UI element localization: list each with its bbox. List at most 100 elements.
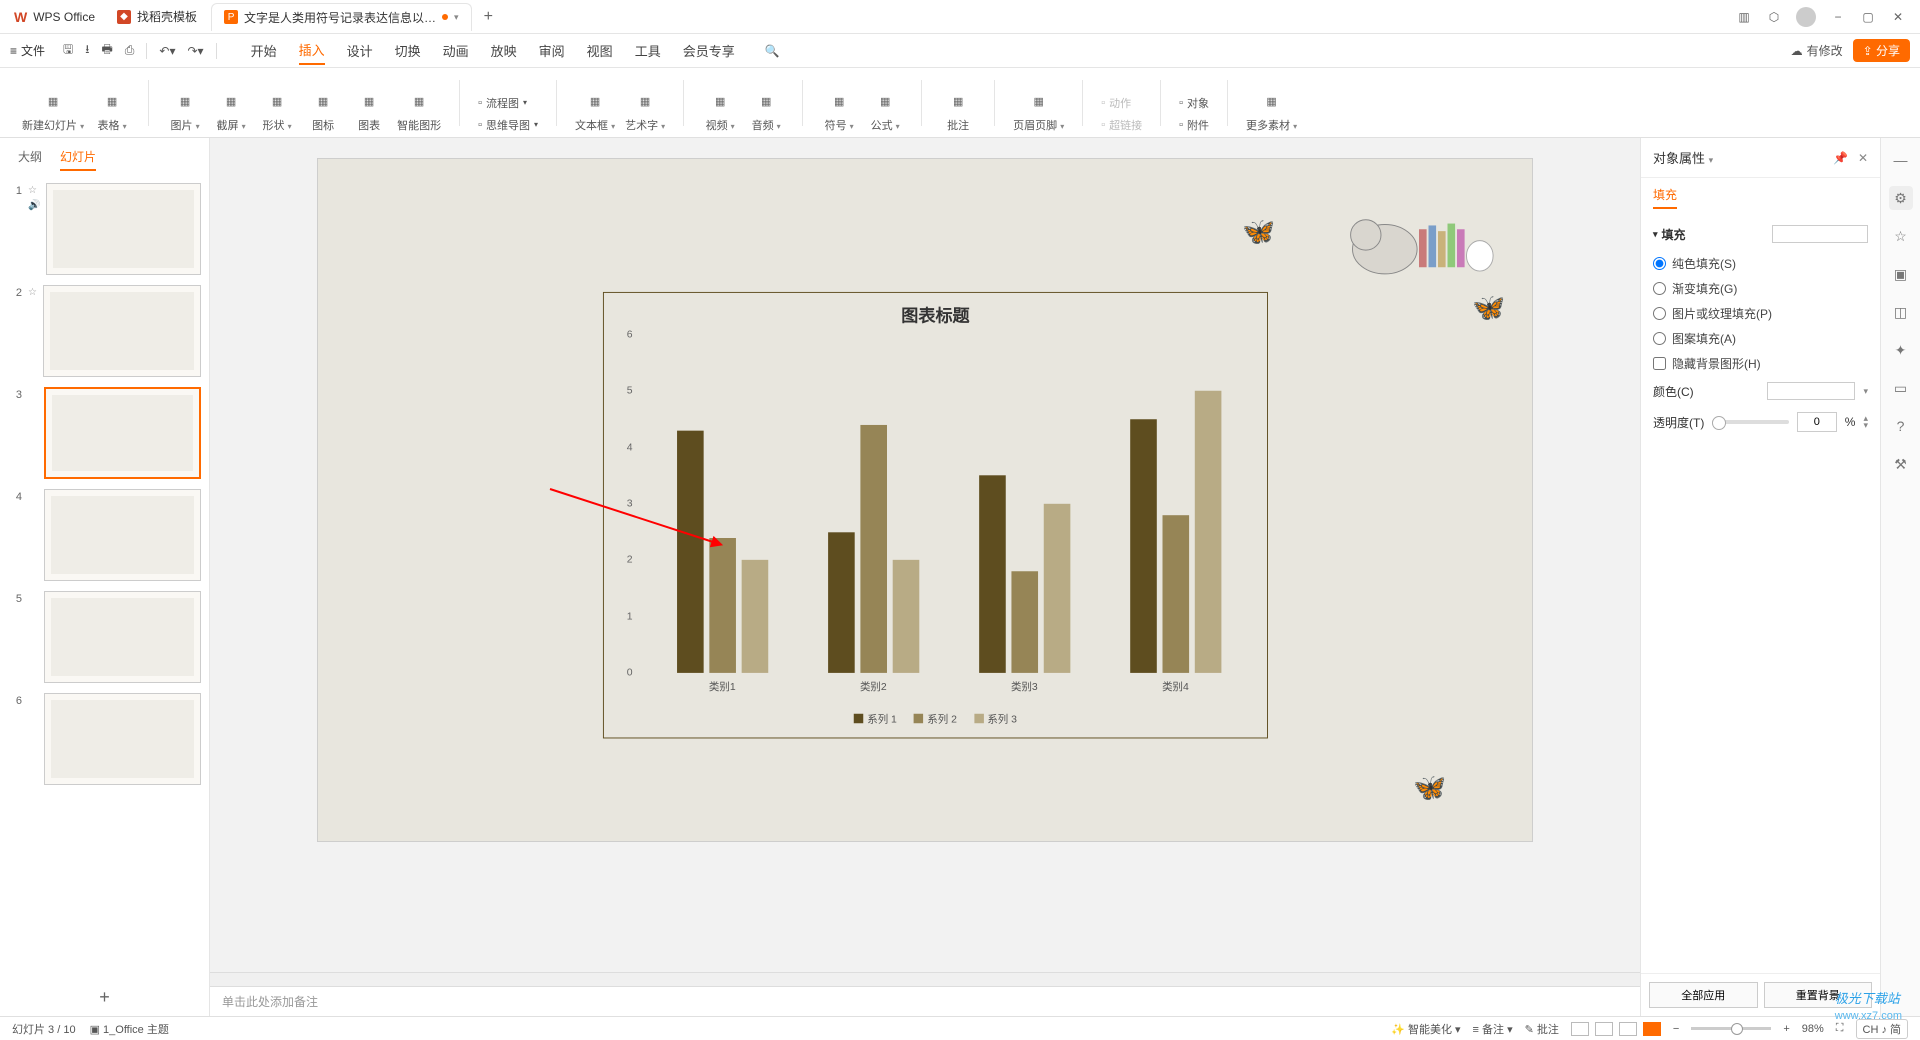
avatar[interactable]: [1796, 7, 1816, 27]
fill-option-3[interactable]: 图案填充(A): [1653, 326, 1868, 351]
share-button[interactable]: ⇪ 分享: [1853, 39, 1910, 62]
zoom-out[interactable]: −: [1673, 1023, 1679, 1035]
apply-all-button[interactable]: 全部应用: [1649, 982, 1758, 1008]
redo-icon[interactable]: ↷▾: [187, 44, 203, 58]
cube-icon[interactable]: ⬡: [1766, 9, 1782, 25]
slide-canvas[interactable]: 🦋 🦋 🦋 图表标题: [317, 158, 1533, 842]
fill-option-2[interactable]: 图片或纹理填充(P): [1653, 301, 1868, 326]
zoom-level[interactable]: 98%: [1802, 1023, 1824, 1035]
slide-thumb-4[interactable]: [44, 489, 201, 581]
ribbon-流程图[interactable]: ▫流程图▾: [478, 95, 538, 111]
view-sorter[interactable]: [1595, 1022, 1613, 1036]
minimize-button[interactable]: −: [1830, 9, 1846, 25]
ribbon-批注[interactable]: ▦批注: [940, 91, 976, 133]
fill-preset-dropdown[interactable]: [1772, 225, 1868, 243]
tab-templates[interactable]: ◆ 找稻壳模板: [105, 3, 209, 31]
ribbon-对象[interactable]: ▫对象: [1179, 95, 1209, 111]
collapse-icon[interactable]: —: [1889, 148, 1913, 172]
ribbon-艺术字[interactable]: ▦艺术字 ▾: [625, 91, 665, 133]
ribbon-截屏[interactable]: ▦截屏 ▾: [213, 91, 249, 133]
view-reading[interactable]: [1619, 1022, 1637, 1036]
add-slide-button[interactable]: +: [0, 979, 209, 1016]
menu-放映[interactable]: 放映: [491, 37, 517, 64]
tools-icon[interactable]: ⚒: [1889, 452, 1913, 476]
ribbon-智能图形[interactable]: ▦智能图形: [397, 91, 441, 133]
search-icon[interactable]: 🔍: [765, 44, 780, 58]
chart-object[interactable]: 图表标题 0123456类别1类别2类别3类别4 系列 1系列 2系列 3: [603, 292, 1268, 739]
menu-视图[interactable]: 视图: [587, 37, 613, 64]
ribbon-更多素材[interactable]: ▦更多素材 ▾: [1246, 91, 1297, 133]
beautify-button[interactable]: ✨ 智能美化 ▾: [1391, 1021, 1460, 1037]
fill-option-0[interactable]: 纯色填充(S): [1653, 251, 1868, 276]
close-button[interactable]: ✕: [1890, 9, 1906, 25]
menu-开始[interactable]: 开始: [251, 37, 277, 64]
spinner-down[interactable]: ▾: [1863, 422, 1868, 429]
ribbon-音频[interactable]: ▦音频 ▾: [748, 91, 784, 133]
slide-thumb-3[interactable]: [44, 387, 201, 479]
view-normal[interactable]: [1571, 1022, 1589, 1036]
settings-icon[interactable]: ⚙: [1889, 186, 1913, 210]
transparency-input[interactable]: [1797, 412, 1837, 432]
file-menu[interactable]: ≡ 文件: [10, 42, 45, 59]
ribbon-新建幻灯片[interactable]: ▦新建幻灯片 ▾: [22, 91, 84, 133]
ribbon-图片[interactable]: ▦图片 ▾: [167, 91, 203, 133]
close-icon[interactable]: ✕: [1858, 151, 1868, 165]
menu-插入[interactable]: 插入: [299, 36, 325, 65]
menu-工具[interactable]: 工具: [635, 37, 661, 64]
horizontal-scrollbar[interactable]: [210, 972, 1640, 986]
modify-status[interactable]: ☁ 有修改: [1791, 42, 1843, 59]
ribbon-视频[interactable]: ▦视频 ▾: [702, 91, 738, 133]
tab-fill[interactable]: 填充: [1653, 186, 1677, 209]
ribbon-公式[interactable]: ▦公式 ▾: [867, 91, 903, 133]
export-icon[interactable]: ⭳: [85, 40, 89, 61]
menu-切换[interactable]: 切换: [395, 37, 421, 64]
view-slideshow[interactable]: [1643, 1022, 1661, 1036]
slide-thumb-5[interactable]: [44, 591, 201, 683]
apps-icon[interactable]: ▥: [1736, 9, 1752, 25]
slide-thumb-2[interactable]: [43, 285, 201, 377]
template-icon[interactable]: ◫: [1889, 300, 1913, 324]
ribbon-形状[interactable]: ▦形状 ▾: [259, 91, 295, 133]
theme-indicator[interactable]: ▣ 1_Office 主题: [90, 1021, 169, 1037]
chevron-down-icon[interactable]: ▾: [454, 12, 459, 23]
preview-icon[interactable]: ⎙: [125, 43, 135, 58]
menu-设计[interactable]: 设计: [347, 37, 373, 64]
print-icon[interactable]: 🖶: [101, 40, 112, 61]
tab-outline[interactable]: 大纲: [18, 148, 42, 171]
ribbon-页眉页脚[interactable]: ▦页眉页脚 ▾: [1013, 91, 1064, 133]
notes-toggle[interactable]: ≡ 备注 ▾: [1473, 1021, 1513, 1037]
canvas-scroll[interactable]: 🦋 🦋 🦋 图表标题: [210, 138, 1640, 972]
color-picker[interactable]: [1767, 382, 1855, 400]
effects-icon[interactable]: ✦: [1889, 338, 1913, 362]
slide-thumb-6[interactable]: [44, 693, 201, 785]
ribbon-文本框[interactable]: ▦文本框 ▾: [575, 91, 615, 133]
tab-document[interactable]: P 文字是人类用符号记录表达信息以… ▾: [211, 3, 472, 31]
menu-审阅[interactable]: 审阅: [539, 37, 565, 64]
menu-动画[interactable]: 动画: [443, 37, 469, 64]
restore-button[interactable]: ▢: [1860, 9, 1876, 25]
pin-icon[interactable]: 📌: [1833, 151, 1848, 165]
fit-icon[interactable]: ⛶: [1836, 1022, 1844, 1035]
menu-会员专享[interactable]: 会员专享: [683, 37, 735, 64]
help-icon[interactable]: ?: [1889, 414, 1913, 438]
undo-icon[interactable]: ↶▾: [159, 44, 175, 58]
ribbon-思维导图[interactable]: ▫思维导图▾: [478, 117, 538, 133]
save-icon[interactable]: 🖫: [63, 40, 73, 61]
ribbon-图表[interactable]: ▦图表: [351, 91, 387, 133]
section-title[interactable]: ▾ 填充: [1653, 225, 1868, 243]
zoom-slider[interactable]: [1691, 1027, 1771, 1030]
add-tab-button[interactable]: +: [474, 8, 503, 26]
annotate-toggle[interactable]: ✎ 批注: [1525, 1021, 1559, 1037]
ribbon-符号[interactable]: ▦符号 ▾: [821, 91, 857, 133]
slide-thumb-1[interactable]: [46, 183, 201, 275]
ribbon-表格[interactable]: ▦表格 ▾: [94, 91, 130, 133]
media-icon[interactable]: ▭: [1889, 376, 1913, 400]
zoom-in[interactable]: +: [1783, 1023, 1789, 1035]
notes-area[interactable]: 单击此处添加备注: [210, 986, 1640, 1016]
ribbon-附件[interactable]: ▫附件: [1179, 117, 1209, 133]
transparency-slider[interactable]: [1712, 420, 1788, 424]
layers-icon[interactable]: ▣: [1889, 262, 1913, 286]
fill-option-1[interactable]: 渐变填充(G): [1653, 276, 1868, 301]
tab-thumbnails[interactable]: 幻灯片: [60, 148, 96, 171]
fill-option-4[interactable]: 隐藏背景图形(H): [1653, 351, 1868, 376]
